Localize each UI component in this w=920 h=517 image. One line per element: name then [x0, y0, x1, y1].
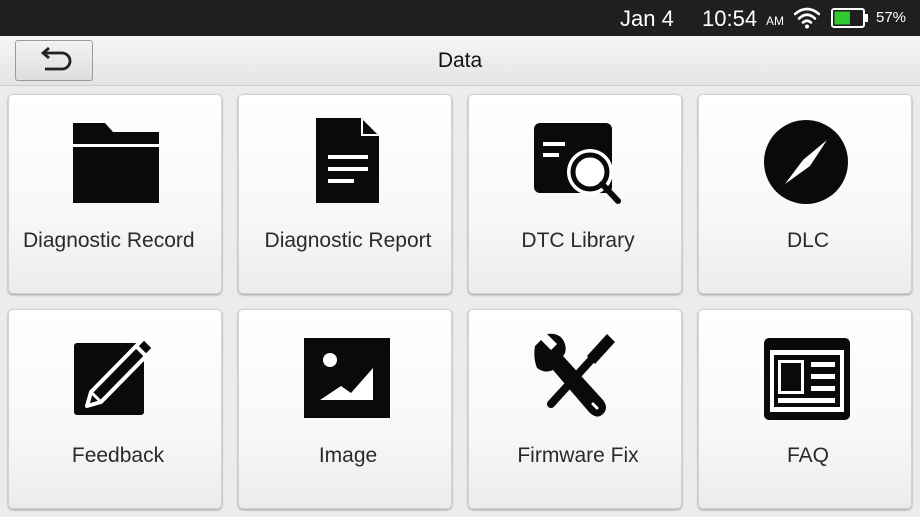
status-time: 10:54: [702, 6, 758, 31]
wifi-icon: [794, 7, 820, 29]
folder-icon: [73, 123, 159, 203]
tile-feedback[interactable]: Feedback: [8, 309, 222, 509]
page-title: Data: [437, 49, 483, 72]
edit-pencil-icon: [74, 336, 156, 415]
tile-label: Feedback: [71, 444, 165, 467]
faq-list-icon: [764, 338, 850, 420]
tile-diagnostic-report[interactable]: Diagnostic Report: [238, 94, 452, 294]
compass-icon: [764, 120, 848, 204]
status-date: Jan 4: [620, 6, 674, 31]
tile-label: Firmware Fix: [517, 444, 639, 467]
library-search-icon: [534, 123, 621, 204]
tile-faq[interactable]: FAQ: [698, 309, 912, 509]
image-icon: [304, 338, 390, 418]
back-arrow-icon: [40, 46, 72, 70]
document-icon: [316, 118, 379, 203]
tile-label: Diagnostic Report: [264, 229, 432, 252]
tile-label: Image: [318, 444, 378, 467]
tile-label: Diagnostic Record: [23, 229, 195, 252]
title-bar: Data: [0, 36, 920, 86]
tile-dtc-library[interactable]: DTC Library: [468, 94, 682, 294]
tile-label: DTC Library: [521, 229, 635, 252]
tile-image[interactable]: Image: [238, 309, 452, 509]
battery-icon: [831, 8, 868, 28]
tools-icon: [534, 333, 615, 417]
status-bar: Jan 4 10:54 AM 57%: [0, 0, 920, 36]
tile-firmware-fix[interactable]: Firmware Fix: [468, 309, 682, 509]
tile-label: DLC: [786, 229, 829, 252]
back-button[interactable]: [15, 40, 93, 81]
tile-dlc[interactable]: DLC: [698, 94, 912, 294]
status-ampm: AM: [766, 14, 784, 28]
tile-diagnostic-record[interactable]: Diagnostic Record: [8, 94, 222, 294]
tile-label: FAQ: [786, 444, 829, 467]
battery-percent: 57%: [876, 9, 907, 26]
